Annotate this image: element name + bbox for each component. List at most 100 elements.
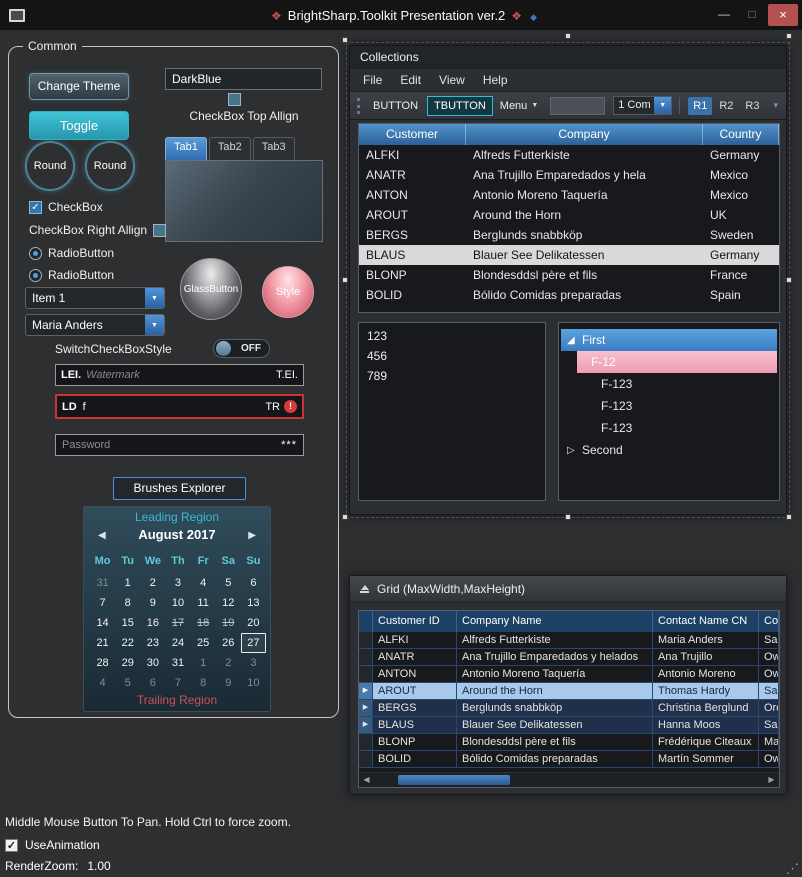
round-button-1[interactable]: Round — [25, 141, 75, 191]
datagrid-row[interactable]: ANTONAntonio Moreno TaqueríaAntonio More… — [359, 666, 779, 683]
datagrid-cell[interactable]: Blauer See Delikatessen — [457, 717, 653, 734]
toolbar-radio-r2[interactable]: R2 — [714, 97, 738, 115]
menu-file[interactable]: File — [354, 70, 391, 90]
datagrid-cell[interactable]: Martín Sommer — [653, 751, 759, 768]
datagrid-cell[interactable]: Alfreds Futterkiste — [457, 632, 653, 649]
datagrid-cell[interactable]: Maria Anders — [653, 632, 759, 649]
calendar-day[interactable]: 4 — [90, 673, 115, 693]
datagrid-cell[interactable]: Ana Trujillo Emparedados y helados — [457, 649, 653, 666]
change-theme-button[interactable]: Change Theme — [29, 73, 129, 100]
chevron-down-icon[interactable]: ▼ — [654, 97, 671, 114]
glass-button[interactable]: GlassButton — [180, 258, 242, 320]
datagrid-row[interactable]: BOLIDBólido Comidas preparadasMartín Som… — [359, 751, 779, 768]
datagrid-cell[interactable]: Owne — [759, 649, 779, 666]
datagrid-row[interactable]: ▶BLAUSBlauer See DelikatessenHanna MoosS… — [359, 717, 779, 734]
listview-row[interactable]: AROUTAround the HornUK — [359, 205, 779, 225]
calendar-day[interactable]: 21 — [90, 633, 115, 653]
minimize-button[interactable]: — — [710, 0, 738, 30]
calendar-day[interactable]: 26 — [216, 633, 241, 653]
listview-row[interactable]: ALFKIAlfreds FutterkisteGermany — [359, 145, 779, 165]
selection-handle[interactable] — [342, 277, 348, 283]
calendar-next-icon[interactable]: ▶ — [248, 530, 256, 541]
datagrid-cell[interactable]: Owne — [759, 666, 779, 683]
calendar-day[interactable]: 3 — [241, 653, 266, 673]
calendar-day[interactable]: 18 — [191, 613, 216, 633]
expand-icon[interactable]: ▷ — [567, 445, 582, 456]
datagrid-cell[interactable]: Berglunds snabbköp — [457, 700, 653, 717]
resize-grip-icon[interactable]: ⋰ — [786, 861, 799, 877]
round-button-2[interactable]: Round — [85, 141, 135, 191]
calendar-day[interactable]: 6 — [140, 673, 165, 693]
calendar-day[interactable]: 2 — [140, 573, 165, 593]
datagrid-row[interactable]: ▶AROUTAround the HornThomas HardySales — [359, 683, 779, 700]
calendar-day[interactable]: 1 — [191, 653, 216, 673]
tree-item[interactable]: ◢First — [561, 329, 777, 351]
calendar-day[interactable]: 10 — [241, 673, 266, 693]
toolbar-radio-r1[interactable]: R1 — [688, 97, 712, 115]
calendar-day[interactable]: 6 — [241, 573, 266, 593]
style-button[interactable]: Style — [262, 266, 314, 318]
selection-handle[interactable] — [565, 514, 571, 520]
listbox-item[interactable]: 789 — [359, 366, 545, 386]
collapse-icon[interactable]: ◢ — [567, 335, 582, 346]
toolbar-toggle-button[interactable]: TBUTTON — [427, 96, 493, 116]
row-selector[interactable] — [359, 751, 373, 768]
calendar-day[interactable]: 19 — [216, 613, 241, 633]
calendar-day[interactable]: 14 — [90, 613, 115, 633]
datagrid-cell[interactable]: Antonio Moreno Taquería — [457, 666, 653, 683]
column-header-company[interactable]: Company — [466, 124, 703, 145]
menu-help[interactable]: Help — [474, 70, 517, 90]
checkbox[interactable]: ✓ — [29, 201, 42, 214]
calendar-day[interactable]: 5 — [115, 673, 140, 693]
calendar-day[interactable]: 12 — [216, 593, 241, 613]
row-selector[interactable] — [359, 666, 373, 683]
row-selector[interactable] — [359, 632, 373, 649]
listview-row[interactable]: BLAUSBlauer See DelikatessenGermany — [359, 245, 779, 265]
calendar-day[interactable]: 22 — [115, 633, 140, 653]
calendar-day[interactable]: 30 — [140, 653, 165, 673]
column-header-customer-id[interactable]: Customer ID — [373, 611, 457, 632]
datagrid-cell[interactable]: Sales — [759, 632, 779, 649]
datagrid-cell[interactable]: AROUT — [373, 683, 457, 700]
tree-item[interactable]: F-123 — [559, 373, 779, 395]
calendar-day[interactable]: 16 — [140, 613, 165, 633]
calendar-day[interactable]: 8 — [191, 673, 216, 693]
datagrid-cell[interactable]: Christina Berglund — [653, 700, 759, 717]
datagrid-cell[interactable]: ALFKI — [373, 632, 457, 649]
listbox-item[interactable]: 123 — [359, 326, 545, 346]
calendar-day[interactable]: 25 — [191, 633, 216, 653]
radio-button-2[interactable] — [29, 269, 42, 282]
selection-handle[interactable] — [786, 33, 792, 39]
checkbox-right-align[interactable] — [153, 224, 166, 237]
calendar-day[interactable]: 2 — [216, 653, 241, 673]
calendar-day[interactable]: 29 — [115, 653, 140, 673]
datagrid-row[interactable]: ▶BERGSBerglunds snabbköpChristina Berglu… — [359, 700, 779, 717]
selection-handle[interactable] — [565, 33, 571, 39]
scroll-left-icon[interactable]: ◀ — [359, 773, 374, 787]
listview-row[interactable]: ANATRAna Trujillo Emparedados y helaMexi… — [359, 165, 779, 185]
item-combobox[interactable]: Item 1 ▼ — [25, 287, 165, 309]
calendar-day[interactable]: 3 — [165, 573, 190, 593]
collections-titlebar[interactable]: Collections — [350, 46, 786, 69]
calendar-day[interactable]: 27 — [241, 633, 266, 653]
column-header-customer[interactable]: Customer — [359, 124, 466, 145]
datagrid-cell[interactable]: BLAUS — [373, 717, 457, 734]
tree-item[interactable]: F-12 — [577, 351, 777, 373]
theme-input[interactable] — [165, 68, 322, 90]
calendar-day[interactable]: 10 — [165, 593, 190, 613]
calendar-day[interactable]: 11 — [191, 593, 216, 613]
calendar-day[interactable]: 7 — [165, 673, 190, 693]
calendar-day[interactable]: 8 — [115, 593, 140, 613]
calendar-day[interactable]: 1 — [115, 573, 140, 593]
calendar-day[interactable]: 13 — [241, 593, 266, 613]
calendar-day[interactable]: 15 — [115, 613, 140, 633]
datagrid-cell[interactable]: Sales — [759, 717, 779, 734]
row-selector-arrow-icon[interactable]: ▶ — [359, 717, 373, 734]
calendar-day[interactable]: 23 — [140, 633, 165, 653]
row-selector[interactable] — [359, 734, 373, 751]
column-header-contact-title[interactable]: Cont — [759, 611, 779, 632]
scrollbar-thumb[interactable] — [398, 775, 510, 785]
toolbar-textbox[interactable] — [550, 97, 605, 115]
tree-item[interactable]: ▷Second — [559, 439, 779, 461]
calendar-day[interactable]: 24 — [165, 633, 190, 653]
